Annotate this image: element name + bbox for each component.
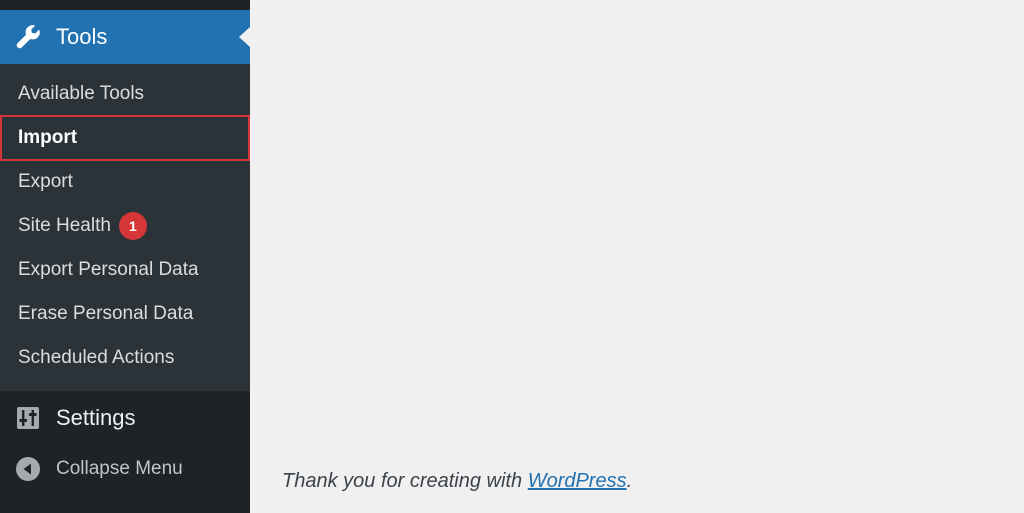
settings-sliders-icon (14, 404, 42, 432)
submenu-item-available-tools[interactable]: Available Tools (0, 72, 250, 116)
wrench-icon (14, 23, 42, 51)
admin-sidebar: Tools Available Tools Import Export Site… (0, 0, 250, 513)
submenu-item-label: Scheduled Actions (18, 347, 175, 368)
submenu-item-label: Erase Personal Data (18, 303, 194, 324)
submenu-item-export[interactable]: Export (0, 160, 250, 204)
footer-period: . (626, 470, 633, 492)
menu-item-tools[interactable]: Tools (0, 10, 250, 64)
previous-menu-edge (0, 0, 250, 10)
menu-item-tools-label: Tools (56, 24, 108, 49)
submenu-item-label: Export Personal Data (18, 259, 199, 280)
submenu-item-label: Site Health (18, 215, 111, 236)
site-health-count-badge: 1 (118, 212, 147, 240)
submenu-item-import[interactable]: Import (0, 115, 250, 161)
submenu-item-label: Import (18, 127, 78, 148)
submenu-item-export-personal-data[interactable]: Export Personal Data (0, 248, 250, 292)
submenu-item-label: Available Tools (18, 83, 145, 104)
collapse-menu-button[interactable]: Collapse Menu (0, 444, 250, 494)
menu-item-settings-label: Settings (56, 405, 136, 430)
menu-item-settings[interactable]: Settings (0, 393, 250, 443)
submenu-item-label: Export (18, 171, 73, 192)
wordpress-link[interactable]: WordPress (528, 470, 627, 492)
active-menu-pointer (239, 27, 250, 47)
tools-submenu: Available Tools Import Export Site Healt… (0, 64, 250, 391)
submenu-item-erase-personal-data[interactable]: Erase Personal Data (0, 292, 250, 336)
submenu-item-site-health[interactable]: Site Health 1 (0, 204, 250, 248)
collapse-arrow-icon (14, 455, 42, 483)
admin-footer-thankyou: Thank you for creating with WordPress. (282, 470, 632, 493)
footer-text: Thank you for creating with (282, 470, 528, 492)
collapse-menu-label: Collapse Menu (56, 458, 183, 479)
submenu-item-scheduled-actions[interactable]: Scheduled Actions (0, 336, 250, 380)
